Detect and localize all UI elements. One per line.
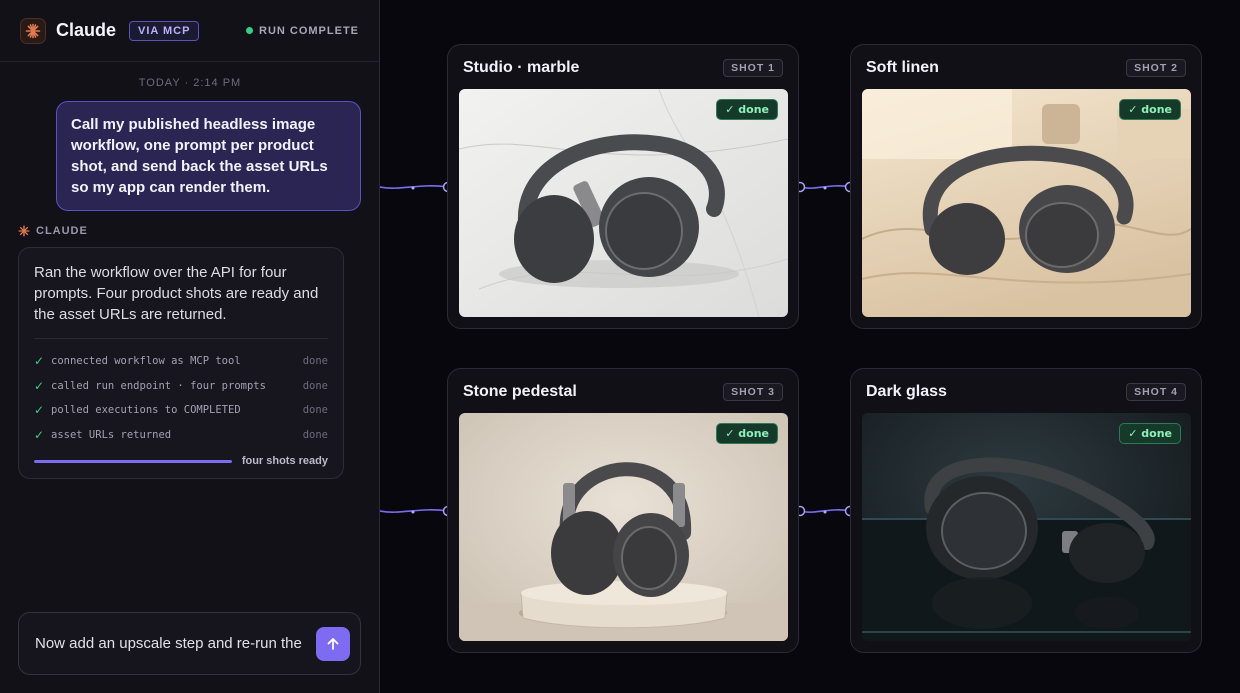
shot-card[interactable]: Stone pedestal SHOT 3 ✓ done [447,368,799,653]
chat-timestamp: TODAY · 2:14 PM [138,77,242,89]
check-icon: ✓ [34,427,45,442]
send-button[interactable] [316,626,350,661]
done-badge: ✓ done [1119,99,1181,120]
status-dot-icon [246,27,253,34]
progress-row: four shots ready [34,455,328,467]
shot-card[interactable]: Studio · marble SHOT 1 ✓ done [447,44,799,329]
shot-card[interactable]: Soft linen SHOT 2 ✓ done [850,44,1202,329]
done-badge: ✓ done [716,99,778,120]
user-message: Call my published headless image workflo… [56,101,361,211]
product-image[interactable]: ✓ done [862,89,1191,317]
step-item: ✓ polled executions to COMPLETED done [34,398,328,423]
step-item: ✓ asset URLs returned done [34,423,328,448]
product-image[interactable]: ✓ done [459,89,788,317]
done-badge: ✓ done [716,423,778,444]
step-item: ✓ connected workflow as MCP tool done [34,349,328,374]
product-image[interactable]: ✓ done [862,413,1191,641]
arrow-up-icon [327,637,339,650]
message-composer [18,612,361,675]
step-status: done [302,404,328,417]
run-status: RUN COMPLETE [246,25,359,37]
check-icon: ✓ [34,403,45,418]
shot-number-badge: SHOT 3 [723,383,783,401]
claude-sparkle-icon [18,225,30,237]
progress-label: four shots ready [241,455,328,467]
panel-header: Claude VIA MCP RUN COMPLETE [0,0,379,62]
step-item: ✓ called run endpoint · four prompts don… [34,374,328,399]
progress-fill [34,459,232,463]
chat-panel: Claude VIA MCP RUN COMPLETE TODAY · 2:14… [0,0,380,693]
assistant-message: Ran the workflow over the API for four p… [34,264,319,323]
step-text: called run endpoint · four prompts [51,379,266,392]
shot-title: Studio · marble [463,59,580,76]
check-icon: ✓ [34,354,45,369]
check-icon: ✓ [34,378,45,393]
assistant-label: CLAUDE [18,225,88,237]
app-title: Claude [56,20,117,40]
shot-number-badge: SHOT 2 [1126,59,1186,77]
run-status-label: RUN COMPLETE [259,24,359,37]
step-status: done [302,379,328,392]
step-list: ✓ connected workflow as MCP tool done ✓ … [34,338,328,447]
shot-card[interactable]: Dark glass SHOT 4 ✓ done [850,368,1202,653]
product-image[interactable]: ✓ done [459,413,788,641]
shot-number-badge: SHOT 4 [1126,383,1186,401]
step-status: done [302,428,328,441]
progress-bar [34,459,232,463]
step-text: polled executions to COMPLETED [51,404,241,417]
step-status: done [302,355,328,368]
shot-title: Dark glass [866,383,947,400]
step-text: connected workflow as MCP tool [51,355,241,368]
step-text: asset URLs returned [51,428,172,441]
shot-title: Soft linen [866,59,939,76]
done-badge: ✓ done [1119,423,1181,444]
message-input[interactable] [35,635,308,652]
assistant-name: CLAUDE [36,225,88,237]
shot-title: Stone pedestal [463,383,577,400]
via-mcp-badge: VIA MCP [129,20,200,41]
assistant-message-card: Ran the workflow over the API for four p… [18,247,344,479]
claude-logo-icon [20,17,46,44]
shot-number-badge: SHOT 1 [723,59,783,77]
